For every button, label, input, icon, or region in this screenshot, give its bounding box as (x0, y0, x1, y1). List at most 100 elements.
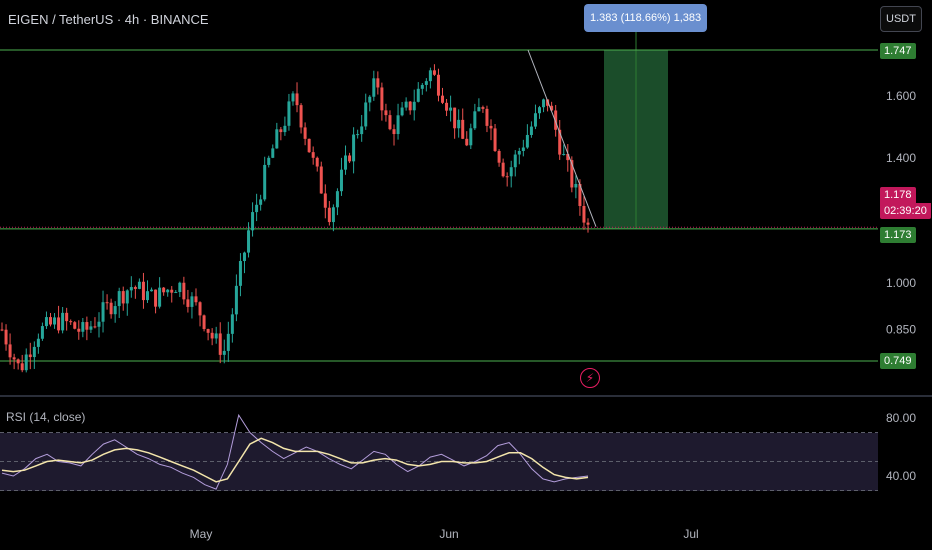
symbol-title[interactable]: EIGEN / TetherUS · 4h · BINANCE (8, 12, 209, 27)
candle-body (113, 306, 117, 315)
candle-body (182, 282, 186, 300)
price-badge-top-line: 1.747 (880, 43, 916, 59)
candle-body (477, 107, 481, 112)
candle-body (255, 204, 259, 213)
y-tick-label: 1.600 (886, 89, 916, 103)
candle-body (271, 148, 275, 158)
x-tick-label: Jun (439, 527, 458, 541)
candle-body (48, 317, 52, 325)
candle-body (145, 291, 149, 301)
candle-body (513, 154, 517, 168)
candle-body (436, 74, 440, 96)
trendline[interactable] (527, 49, 597, 227)
candle-body (166, 289, 170, 293)
chart-canvas[interactable]: 1.600 1.400 1.000 0.850 80.00 40.00 May Jun Jul (0, 0, 932, 550)
candle-body (129, 287, 133, 291)
candle-body (303, 127, 307, 139)
candle-body (529, 126, 533, 135)
candle-body (81, 322, 85, 332)
candle-body (275, 129, 279, 149)
candle-body (57, 317, 61, 331)
candle-body (416, 88, 420, 102)
candle-body (73, 322, 77, 329)
rsi-y-tick-label: 40.00 (886, 469, 916, 483)
candle-body (198, 302, 202, 316)
price-badge-bottom-line: 0.749 (880, 353, 916, 369)
candle-body (0, 329, 4, 331)
candle-body (40, 326, 44, 339)
candle-body (388, 115, 392, 130)
candle-body (105, 302, 109, 304)
candle-body (150, 289, 154, 292)
candle-body (242, 252, 246, 262)
candle-body (4, 329, 8, 345)
candle-body (348, 155, 352, 162)
y-tick-label: 1.000 (886, 276, 916, 290)
candle-body (465, 138, 469, 146)
candle-body (283, 125, 287, 133)
candle-body (376, 78, 380, 88)
candle-body (331, 207, 335, 223)
candle-body (485, 108, 489, 126)
candle-body (174, 292, 178, 294)
x-axis-ticks: May Jun Jul (190, 527, 699, 541)
projection-label[interactable]: 1.383 (118.66%) 1,383 (584, 4, 708, 32)
candle-body (525, 134, 529, 148)
candle-body (117, 291, 121, 307)
candle-body (368, 96, 372, 103)
chart-root: 1.600 1.400 1.000 0.850 80.00 40.00 May Jun Jul… (0, 0, 932, 550)
candle-body (24, 354, 28, 371)
candle-body (154, 289, 158, 307)
candle-body (97, 321, 101, 327)
candle-body (364, 102, 368, 127)
lightning-icon[interactable]: ⚡ (580, 368, 600, 388)
candle-body (574, 183, 578, 188)
candle-body (36, 338, 40, 347)
candle-body (372, 78, 376, 97)
candle-body (61, 312, 65, 331)
candle-body (109, 302, 113, 315)
candle-body (121, 291, 125, 304)
candle-body (307, 138, 311, 153)
candle-body (194, 296, 198, 303)
candles (0, 64, 590, 373)
candle-body (65, 312, 69, 322)
y-tick-label: 0.850 (886, 323, 916, 337)
candle-body (259, 199, 263, 205)
candle-body (28, 354, 32, 358)
candle-body (53, 317, 57, 325)
candle-body (469, 128, 473, 146)
candle-body (392, 129, 396, 135)
candle-body (582, 205, 586, 223)
candle-body (247, 230, 251, 253)
currency-button[interactable]: USDT (880, 6, 922, 32)
candle-body (461, 119, 465, 139)
candle-body (327, 207, 331, 223)
candle-body (234, 285, 238, 315)
candle-body (521, 147, 525, 151)
rsi-title[interactable]: RSI (14, close) (6, 410, 85, 424)
candle-body (505, 176, 509, 178)
candle-body (20, 363, 24, 371)
candle-body (404, 101, 408, 108)
candle-body (267, 157, 271, 165)
candle-body (517, 150, 521, 155)
candle-body (352, 134, 356, 162)
horizontal-lines[interactable] (0, 49, 878, 362)
candle-body (230, 314, 234, 334)
candle-body (141, 281, 145, 301)
candle-body (449, 107, 453, 111)
candle-body (445, 102, 449, 111)
candle-body (214, 333, 218, 339)
candle-body (263, 164, 267, 200)
candle-body (210, 332, 214, 339)
candle-body (457, 119, 461, 129)
price-badge-current: 1.178 (880, 187, 916, 203)
candle-body (384, 110, 388, 116)
candle-body (16, 359, 20, 364)
candle-body (69, 321, 73, 323)
candle-body (162, 287, 166, 293)
candle-body (509, 167, 513, 177)
candle-body (432, 70, 436, 75)
candle-body (420, 84, 424, 89)
